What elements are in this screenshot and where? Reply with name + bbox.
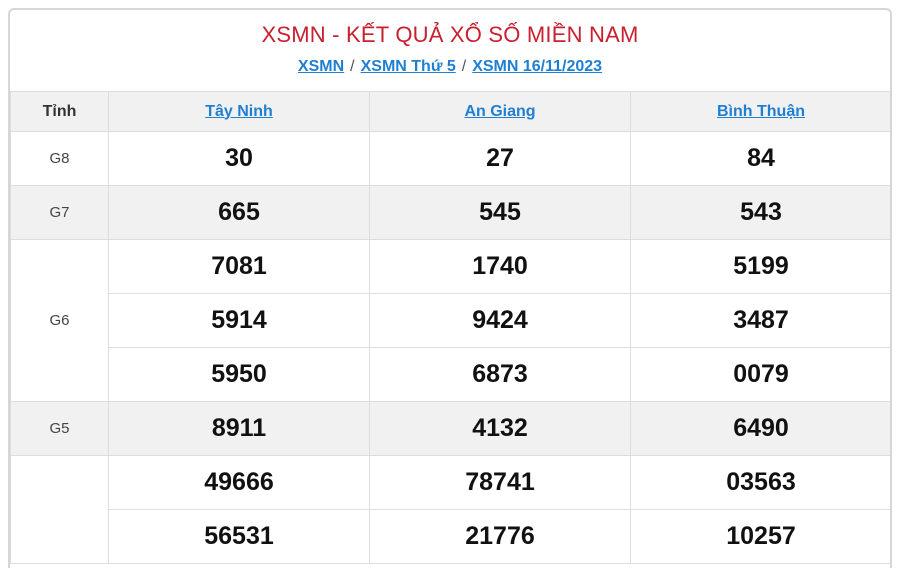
prize-row-g5: G5 8911 4132 6490	[10, 401, 890, 456]
province-header: Tây Ninh	[108, 91, 370, 132]
prize-number: 6490	[630, 401, 890, 456]
prize-row-g4: 56531 21776 10257	[11, 509, 890, 564]
breadcrumb-xsmn-date[interactable]: XSMN 16/11/2023	[472, 58, 602, 75]
prize-number: 10257	[630, 509, 890, 564]
prize-number: 6873	[369, 347, 631, 402]
prize-number: 27	[369, 131, 631, 186]
prize-label: G8	[10, 131, 109, 186]
prize-number: 78741	[369, 455, 631, 510]
breadcrumb-xsmn-thu5[interactable]: XSMN Thứ 5	[361, 58, 456, 75]
breadcrumb-separator: /	[461, 58, 467, 75]
prize-row-g6: G6 7081 1740 5199	[10, 239, 890, 402]
province-link-binh-thuan[interactable]: Bình Thuận	[717, 103, 805, 120]
prize-number: 545	[369, 185, 631, 240]
prize-row-g7: G7 665 545 543	[10, 185, 890, 240]
prize-number: 5199	[630, 239, 890, 294]
prize-number: 0079	[630, 347, 890, 402]
province-header: Bình Thuận	[630, 91, 890, 132]
results-table: Tỉnh Tây Ninh An Giang Bình Thuận G8 30 …	[10, 91, 890, 564]
province-link-an-giang[interactable]: An Giang	[464, 103, 535, 120]
prize-number: 543	[630, 185, 890, 240]
prize-number: 30	[108, 131, 370, 186]
province-header-label: Tỉnh	[10, 91, 109, 132]
prize-number: 4132	[369, 401, 631, 456]
province-header: An Giang	[369, 91, 631, 132]
page-title: XSMN - KẾT QUẢ XỔ SỐ MIỀN NAM	[261, 22, 639, 47]
prize-label: G7	[10, 185, 109, 240]
results-panel: XSMN - KẾT QUẢ XỔ SỐ MIỀN NAM XSMN / XSMN …	[8, 8, 892, 568]
prize-number: 665	[108, 185, 370, 240]
prize-number: 9424	[369, 293, 631, 348]
prize-row-g6: 5950 6873 0079	[11, 347, 890, 402]
prize-row-g4: 49666 78741 03563	[10, 455, 890, 564]
breadcrumb: XSMN / XSMN Thứ 5 / XSMN 16/11/2023	[10, 55, 890, 79]
province-link-tay-ninh[interactable]: Tây Ninh	[205, 103, 273, 120]
prize-number: 49666	[108, 455, 370, 510]
prize-number: 03563	[630, 455, 890, 510]
prize-label: G6	[10, 239, 109, 402]
prize-row-g6: 5914 9424 3487	[11, 293, 890, 348]
prize-number: 5914	[108, 293, 370, 348]
prize-number: 5950	[108, 347, 370, 402]
breadcrumb-separator: /	[350, 58, 355, 75]
breadcrumb-xsmn[interactable]: XSMN	[298, 58, 344, 75]
prize-number: 84	[630, 131, 890, 186]
prize-number: 1740	[369, 239, 631, 294]
prize-number: 3487	[630, 293, 890, 348]
table-header-row: Tỉnh Tây Ninh An Giang Bình Thuận	[10, 91, 890, 132]
prize-number: 21776	[369, 509, 631, 564]
prize-label: G5	[10, 401, 109, 456]
prize-label	[10, 455, 109, 564]
prize-number: 8911	[108, 401, 370, 456]
prize-row-g8: G8 30 27 84	[10, 131, 890, 186]
prize-number: 7081	[108, 239, 370, 294]
prize-number: 56531	[108, 509, 370, 564]
